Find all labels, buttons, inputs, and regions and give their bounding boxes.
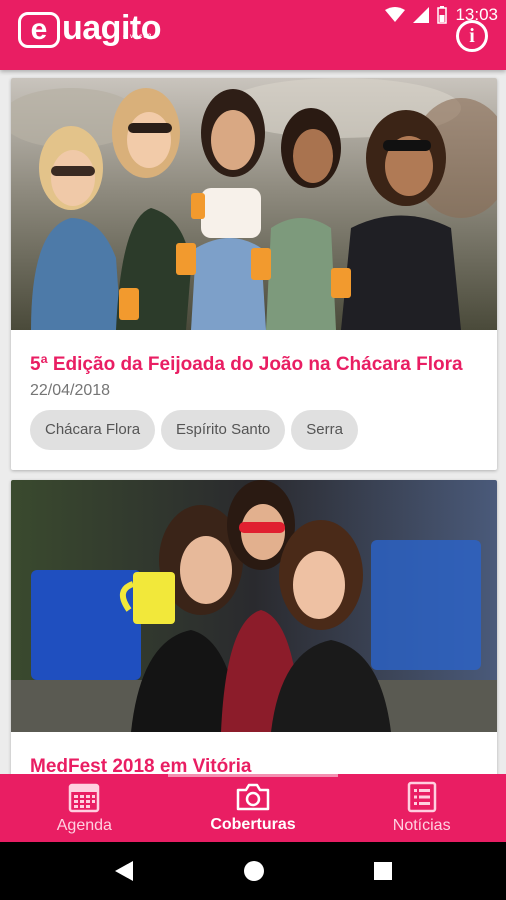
app-screen: 13:03 e uagito e você? i 5ª Edição da Fe… bbox=[0, 0, 506, 900]
nav-label: Notícias bbox=[392, 817, 451, 834]
active-tab-indicator bbox=[168, 774, 338, 777]
tag-list: Chácara Flora Espírito Santo Serra bbox=[30, 410, 497, 450]
recents-icon[interactable] bbox=[373, 861, 393, 881]
event-photo[interactable] bbox=[11, 480, 497, 732]
home-icon[interactable] bbox=[242, 859, 266, 883]
bottom-navigation: Agenda Coberturas Notícias bbox=[0, 774, 506, 842]
logo-text: uagito bbox=[62, 9, 161, 47]
battery-icon bbox=[437, 6, 448, 24]
nav-coberturas[interactable]: Coberturas bbox=[169, 774, 338, 842]
nav-noticias[interactable]: Notícias bbox=[337, 774, 506, 842]
nav-label: Agenda bbox=[56, 817, 112, 834]
app-logo: e uagito bbox=[18, 10, 161, 48]
tag-chip[interactable]: Serra bbox=[291, 410, 358, 450]
event-card[interactable]: 5ª Edição da Feijoada do João na Chácara… bbox=[11, 78, 497, 470]
wifi-icon bbox=[385, 7, 406, 22]
event-card[interactable]: MedFest 2018 em Vitória bbox=[11, 480, 497, 774]
back-icon[interactable] bbox=[113, 859, 135, 883]
event-date: 22/04/2018 bbox=[30, 382, 111, 399]
event-title[interactable]: MedFest 2018 em Vitória bbox=[30, 756, 497, 774]
system-navigation-bar bbox=[0, 842, 506, 900]
tag-chip[interactable]: Chácara Flora bbox=[30, 410, 156, 450]
signal-icon bbox=[413, 7, 430, 23]
app-bar: 13:03 e uagito e você? i bbox=[0, 0, 506, 70]
camera-icon bbox=[236, 783, 270, 811]
coverage-feed[interactable]: 5ª Edição da Feijoada do João na Chácara… bbox=[0, 70, 506, 774]
news-list-icon bbox=[407, 781, 436, 813]
info-icon: i bbox=[469, 24, 475, 47]
nav-label: Coberturas bbox=[210, 816, 296, 833]
event-photo[interactable] bbox=[11, 78, 497, 330]
logo-mark: e bbox=[18, 12, 60, 48]
tag-chip[interactable]: Espírito Santo bbox=[161, 410, 286, 450]
info-button[interactable]: i bbox=[456, 20, 488, 52]
nav-agenda[interactable]: Agenda bbox=[0, 774, 169, 842]
event-title[interactable]: 5ª Edição da Feijoada do João na Chácara… bbox=[30, 354, 497, 376]
logo-tagline: e você? bbox=[123, 34, 153, 40]
calendar-icon bbox=[69, 783, 100, 813]
